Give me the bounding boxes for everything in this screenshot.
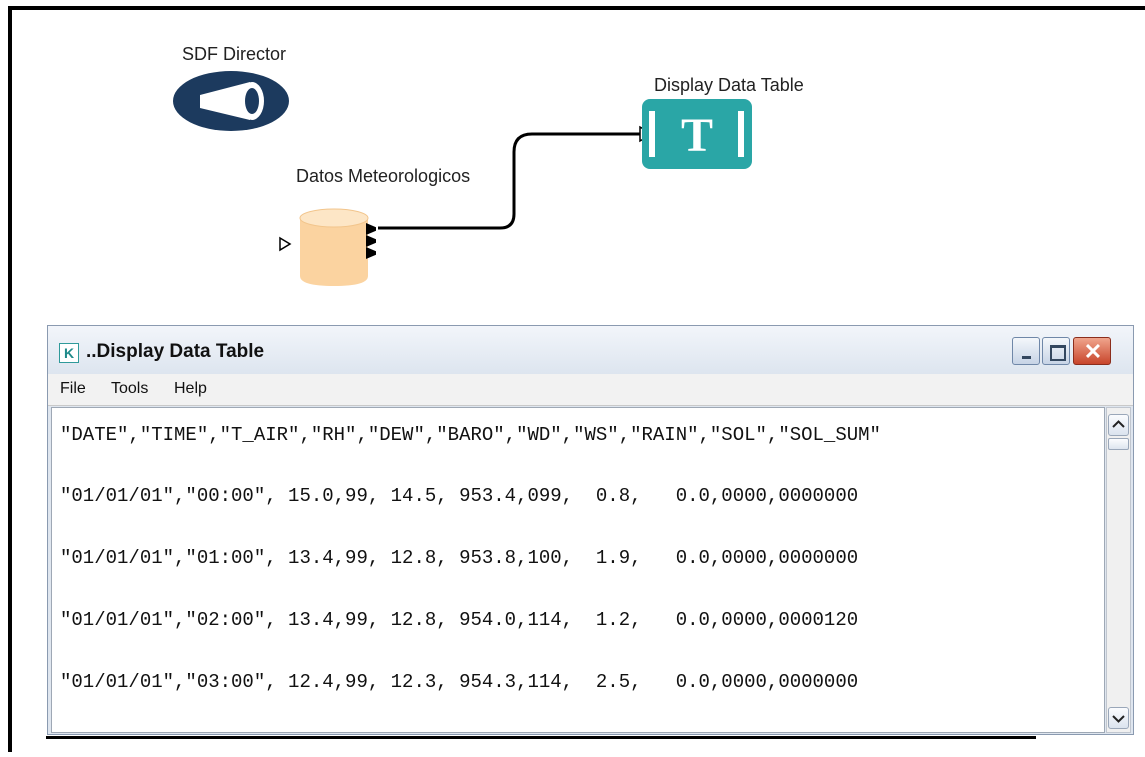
display-data-table-window: K ..Display Data Table ✕ File Tools Help… bbox=[47, 325, 1134, 735]
close-icon: ✕ bbox=[1083, 339, 1103, 364]
scroll-down-button[interactable] bbox=[1108, 707, 1129, 729]
kepler-app-icon: K bbox=[59, 343, 79, 363]
chevron-down-icon bbox=[1112, 715, 1125, 723]
menu-tools[interactable]: Tools bbox=[111, 380, 148, 398]
vertical-scrollbar[interactable] bbox=[1106, 407, 1131, 733]
menu-help[interactable]: Help bbox=[174, 380, 207, 398]
display-label: Display Data Table bbox=[654, 75, 804, 95]
scroll-thumb[interactable] bbox=[1108, 438, 1129, 450]
maximize-icon bbox=[1050, 345, 1066, 361]
minimize-icon bbox=[1022, 356, 1031, 359]
close-button[interactable]: ✕ bbox=[1073, 337, 1111, 365]
minimize-button[interactable] bbox=[1012, 337, 1040, 365]
menu-bar: File Tools Help bbox=[48, 374, 1133, 406]
data-header-line: "DATE","TIME","T_AIR","RH","DEW","BARO",… bbox=[60, 424, 881, 446]
window-title: ..Display Data Table bbox=[86, 341, 265, 362]
data-source-cylinder-icon[interactable] bbox=[296, 208, 376, 288]
data-line: "01/01/01","02:00", 13.4,99, 12.8, 954.0… bbox=[60, 609, 859, 631]
canvas-divider bbox=[46, 736, 1036, 739]
sdf-director-icon[interactable] bbox=[172, 70, 290, 132]
data-line: "01/01/01","03:00", 12.4,99, 12.3, 954.3… bbox=[60, 671, 859, 693]
data-text-area[interactable]: "DATE","TIME","T_AIR","RH","DEW","BARO",… bbox=[51, 407, 1105, 733]
svg-text:T: T bbox=[681, 109, 713, 162]
chevron-up-icon bbox=[1112, 420, 1125, 428]
director-label: SDF Director bbox=[182, 44, 287, 64]
window-titlebar[interactable]: K ..Display Data Table ✕ bbox=[48, 326, 1133, 374]
display-table-icon[interactable]: T bbox=[642, 99, 752, 169]
input-port-icon bbox=[279, 236, 292, 252]
data-line: "01/01/01","00:00", 15.0,99, 14.5, 953.4… bbox=[60, 485, 859, 507]
data-line: "01/01/01","01:00", 13.4,99, 12.8, 953.8… bbox=[60, 547, 859, 569]
scroll-up-button[interactable] bbox=[1108, 414, 1129, 436]
menu-file[interactable]: File bbox=[60, 380, 86, 398]
source-label: Datos Meteorologicos bbox=[296, 166, 471, 186]
maximize-button[interactable] bbox=[1042, 337, 1070, 365]
